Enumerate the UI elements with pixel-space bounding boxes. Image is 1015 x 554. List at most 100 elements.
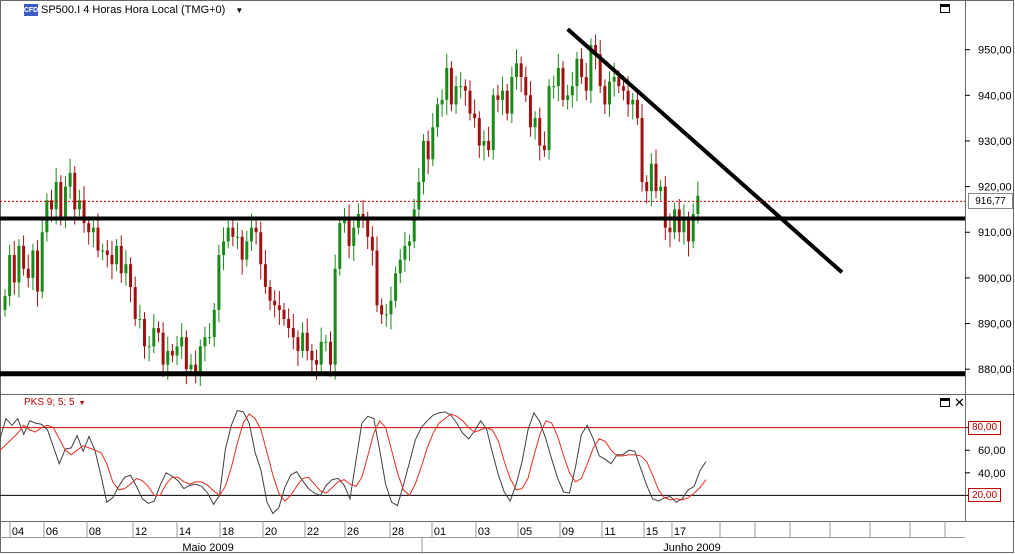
- candle-body: [138, 318, 142, 320]
- candle-body: [17, 245, 21, 283]
- candle-body: [524, 77, 528, 96]
- candle-body: [45, 200, 49, 233]
- candle-body: [556, 67, 560, 87]
- candle-body: [380, 305, 384, 315]
- price-tick-label: 890,00: [978, 319, 1012, 331]
- candle-body: [282, 309, 286, 319]
- candle-body: [133, 287, 137, 319]
- price-tick-label: 900,00: [978, 273, 1012, 285]
- candle-body: [352, 227, 356, 246]
- maximize-indicator-pane-icon[interactable]: [940, 398, 950, 407]
- candle-body: [59, 182, 63, 219]
- last-price-tag: 916,77: [968, 193, 1013, 210]
- xaxis-tick-label: 08: [89, 526, 101, 538]
- chart-canvas: 950,00 940,00 930,00 920,00 910,00 900,00 890,…: [0, 0, 1015, 554]
- candle-body: [449, 67, 453, 105]
- candle-body: [542, 145, 546, 151]
- chart-title-bar: CFD SP500.I 4 Horas Hora Local (TMG+0) ▼: [24, 2, 243, 18]
- month-label: Junho 2009: [663, 542, 721, 554]
- candle-body: [119, 245, 123, 274]
- candle-body: [366, 218, 370, 237]
- price-tick-label: 910,00: [978, 227, 1012, 239]
- cfd-badge: CFD: [24, 4, 38, 16]
- xaxis-tick-label: 12: [135, 526, 147, 538]
- xaxis-tick-label: 06: [46, 526, 58, 538]
- candle-body: [663, 186, 667, 228]
- candle-body: [561, 67, 565, 100]
- candle-body: [324, 341, 328, 343]
- price-tick-label: 940,00: [978, 90, 1012, 102]
- candle-body: [203, 337, 207, 347]
- candle-body: [268, 287, 272, 301]
- indicator-label: PKS 9; 5; 5: [24, 397, 75, 408]
- xaxis-tick-label: 04: [12, 526, 24, 538]
- candle-body: [426, 140, 430, 160]
- candle-body: [147, 346, 151, 348]
- candle-body: [156, 328, 160, 333]
- candle-body: [384, 314, 388, 316]
- candle-body: [170, 350, 174, 356]
- close-indicator-icon[interactable]: ✕: [954, 396, 965, 409]
- candle-body: [645, 182, 649, 192]
- candle-body: [626, 90, 630, 105]
- candle-body: [347, 218, 351, 246]
- price-tick-label: 920,00: [978, 182, 1012, 194]
- candle-body: [673, 209, 677, 233]
- xaxis-tick-label: 09: [562, 526, 574, 538]
- candle-body: [31, 250, 35, 278]
- candle-body: [515, 63, 518, 78]
- candle-body: [533, 118, 537, 128]
- candle-body: [412, 209, 416, 242]
- candle-body: [640, 118, 644, 183]
- candle-body: [212, 309, 216, 338]
- candle-body: [454, 86, 458, 105]
- candle-body: [422, 140, 425, 183]
- candle-body: [12, 255, 16, 283]
- candle-body: [575, 58, 579, 87]
- candle-body: [287, 318, 291, 329]
- candle-body: [487, 140, 491, 151]
- candle-body: [338, 223, 342, 269]
- candle-body: [180, 337, 184, 347]
- indicator-title: PKS 9; 5; 5 ▼: [24, 397, 86, 408]
- candle-body: [356, 213, 360, 228]
- xaxis-tick-label: 17: [674, 526, 686, 538]
- candle-body: [603, 86, 607, 105]
- candle-body: [463, 86, 467, 91]
- candle-body: [552, 86, 556, 88]
- candle-body: [273, 300, 277, 306]
- xaxis-tick-label: 18: [222, 526, 234, 538]
- candle-body: [115, 245, 119, 265]
- candle-body: [184, 337, 188, 370]
- candle-body: [696, 195, 700, 214]
- candle-body: [63, 186, 67, 219]
- candle-body: [87, 223, 91, 233]
- candle-body: [459, 86, 463, 88]
- candle-body: [26, 268, 30, 278]
- candle-body: [240, 236, 244, 260]
- candle-body: [408, 241, 412, 246]
- indicator-tick-label: 60,00: [978, 445, 1006, 457]
- candle-body: [687, 218, 691, 242]
- candle-body: [245, 241, 249, 260]
- candle-body: [259, 232, 263, 265]
- candle-body: [96, 227, 100, 251]
- indicator-dropdown-icon[interactable]: ▼: [79, 400, 86, 407]
- candle-body: [329, 341, 332, 365]
- candle-body: [231, 227, 235, 237]
- candle-body: [236, 236, 239, 238]
- candle-body: [217, 255, 221, 310]
- candle-body: [319, 341, 323, 365]
- candle-body: [296, 337, 300, 351]
- lower-level-tag: 20,00: [968, 488, 1001, 503]
- maximize-price-pane-icon[interactable]: [940, 4, 950, 13]
- title-dropdown-icon[interactable]: ▼: [235, 6, 243, 15]
- d-line: [0, 413, 707, 502]
- chart-title: SP500.I 4 Horas Hora Local (TMG+0): [41, 4, 226, 16]
- candle-body: [570, 86, 574, 96]
- candle-body: [370, 236, 374, 251]
- candle-body: [682, 218, 686, 233]
- candle-body: [143, 318, 146, 347]
- xaxis-tick-label: 28: [392, 526, 404, 538]
- candle-body: [417, 182, 421, 210]
